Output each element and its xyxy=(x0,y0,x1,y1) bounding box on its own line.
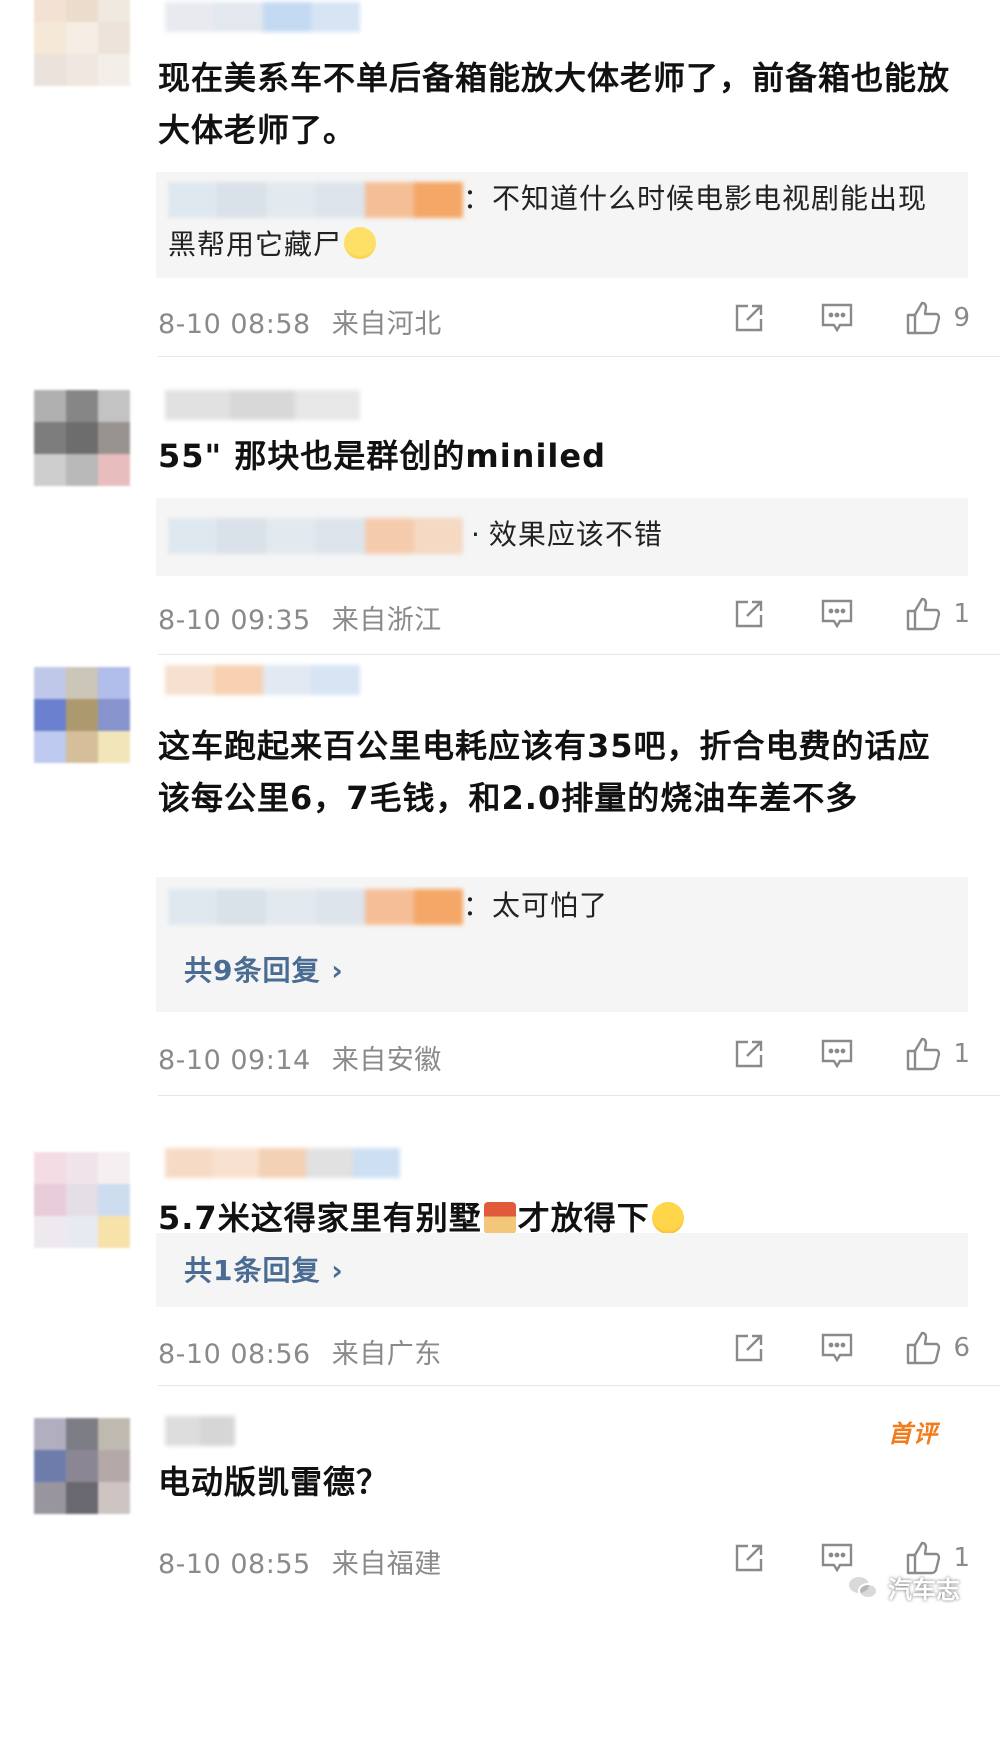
comment-item: 现在美系车不单后备箱能放大体老师了，前备箱也能放大体老师了。 ：不知道什么时候电… xyxy=(0,0,1000,360)
avatar[interactable] xyxy=(34,1152,130,1248)
reply-line: · 效果应该不错 xyxy=(168,512,928,558)
avatar[interactable] xyxy=(34,1418,130,1514)
like-button[interactable]: 1 xyxy=(905,596,970,632)
comment-icon xyxy=(822,599,853,629)
reply-username-blurred[interactable] xyxy=(168,182,464,218)
username-blurred[interactable] xyxy=(165,665,360,695)
watermark-text: 汽车志 xyxy=(888,1576,960,1604)
like-button[interactable]: 6 xyxy=(905,1330,970,1366)
like-count: 1 xyxy=(953,1039,970,1069)
comment-time: 8-10 08:56 xyxy=(158,1339,311,1370)
share-button[interactable] xyxy=(729,1037,769,1071)
like-button[interactable]: 1 xyxy=(905,1036,970,1072)
comment-meta: 8-10 09:35 来自浙江 xyxy=(158,598,442,637)
comment-time: 8-10 08:55 xyxy=(158,1549,311,1580)
reply-line: ：不知道什么时候电影电视剧能出现黑帮用它藏尸 xyxy=(168,176,928,268)
comment-location: 来自安徽 xyxy=(331,1045,442,1076)
comment-actions: 9 xyxy=(729,300,970,336)
divider xyxy=(158,356,1000,357)
username-blurred[interactable] xyxy=(165,1148,400,1178)
comment-actions: 6 xyxy=(729,1330,970,1366)
avatar[interactable] xyxy=(34,0,130,86)
more-replies-link[interactable]: 共9条回复 › xyxy=(184,949,344,989)
comment-meta: 8-10 08:55 来自福建 xyxy=(158,1542,442,1581)
reply-username-blurred[interactable] xyxy=(168,889,464,925)
avatar[interactable] xyxy=(34,390,130,486)
laughing-face-emoji xyxy=(344,227,377,259)
comment-text: 电动版凯雷德？ xyxy=(158,1463,390,1501)
comment-text-part: 5.7米这得家里有别墅 xyxy=(158,1199,482,1237)
comment-time: 8-10 09:14 xyxy=(158,1045,311,1076)
comment-meta: 8-10 08:58 来自河北 xyxy=(158,302,442,341)
reply-box[interactable]: · 效果应该不错 xyxy=(156,498,968,576)
watermark: 汽车志 xyxy=(846,1570,960,1605)
reply-username-blurred[interactable] xyxy=(168,518,464,554)
comment-location: 来自河北 xyxy=(331,309,442,340)
share-button[interactable] xyxy=(729,301,769,335)
comment-text-part: 才放得下 xyxy=(517,1199,650,1237)
comment-text: 55" 那块也是群创的miniled xyxy=(158,437,606,475)
comment-icon xyxy=(822,1333,853,1363)
like-count: 9 xyxy=(953,303,970,333)
wechat-icon xyxy=(847,1574,878,1599)
thumbs-up-icon xyxy=(907,597,941,631)
share-icon xyxy=(736,1544,763,1572)
first-comment-badge: 首评 xyxy=(888,1420,938,1448)
comment-actions: 1 xyxy=(729,596,970,632)
comment-text: 现在美系车不单后备箱能放大体老师了，前备箱也能放大体老师了。 xyxy=(158,59,951,149)
comment-time: 8-10 08:58 xyxy=(158,309,311,340)
divider xyxy=(158,1095,1000,1096)
reply-text: 效果应该不错 xyxy=(488,518,663,551)
avatar[interactable] xyxy=(34,667,130,763)
reply-separator: · xyxy=(471,518,481,551)
comment-item: 首评 电动版凯雷德？ 8-10 08:55 来自福建 1 xyxy=(0,1390,1000,1737)
comment-meta: 8-10 09:14 来自安徽 xyxy=(158,1038,442,1077)
username-blurred[interactable] xyxy=(165,390,360,420)
comment-button[interactable] xyxy=(817,1331,857,1365)
comment-location: 来自福建 xyxy=(331,1549,442,1580)
share-button[interactable] xyxy=(729,1331,769,1365)
reply-line: ：太可怕了 xyxy=(168,883,928,929)
share-button[interactable] xyxy=(729,1541,769,1575)
thumbs-up-icon xyxy=(907,1331,941,1365)
share-icon xyxy=(736,304,763,332)
comment-button[interactable] xyxy=(817,301,857,335)
comment-button[interactable] xyxy=(817,1037,857,1071)
comment-time: 8-10 09:35 xyxy=(158,605,311,636)
like-count: 1 xyxy=(953,599,970,629)
share-button[interactable] xyxy=(729,597,769,631)
thumbs-up-icon xyxy=(907,1037,941,1071)
comment-item: 55" 那块也是群创的miniled · 效果应该不错 8-10 09:35 来自… xyxy=(0,360,1000,655)
comment-button[interactable] xyxy=(817,597,857,631)
like-count: 1 xyxy=(953,1543,970,1573)
reply-box[interactable]: ：不知道什么时候电影电视剧能出现黑帮用它藏尸 xyxy=(156,172,968,278)
comment-actions: 1 xyxy=(729,1036,970,1072)
share-icon xyxy=(736,600,763,628)
like-count: 6 xyxy=(953,1333,970,1363)
house-emoji xyxy=(483,1202,516,1234)
share-icon xyxy=(736,1040,763,1068)
username-blurred[interactable] xyxy=(165,2,360,32)
like-button[interactable]: 9 xyxy=(905,300,970,336)
reply-box[interactable]: ：太可怕了 共9条回复 › xyxy=(156,877,968,1012)
more-replies-link[interactable]: 共1条回复 › xyxy=(184,1249,344,1289)
comment-text: 这车跑起来百公里电耗应该有35吧，折合电费的话应该每公里6，7毛钱，和2.0排量… xyxy=(158,727,931,817)
reply-separator: ： xyxy=(463,182,493,215)
divider xyxy=(158,1385,1000,1386)
face-with-hearts-emoji xyxy=(651,1202,684,1234)
thumbs-up-icon xyxy=(907,301,941,335)
comment-icon xyxy=(822,1039,853,1069)
comment-location: 来自广东 xyxy=(331,1339,442,1370)
reply-box[interactable]: 共1条回复 › xyxy=(156,1233,968,1307)
comment-location: 来自浙江 xyxy=(331,605,442,636)
username-blurred[interactable] xyxy=(165,1416,235,1446)
reply-separator: ： xyxy=(463,889,493,922)
comment-meta: 8-10 08:56 来自广东 xyxy=(158,1332,442,1371)
reply-text: 太可怕了 xyxy=(492,889,609,922)
comment-icon xyxy=(822,303,853,333)
share-icon xyxy=(736,1334,763,1362)
